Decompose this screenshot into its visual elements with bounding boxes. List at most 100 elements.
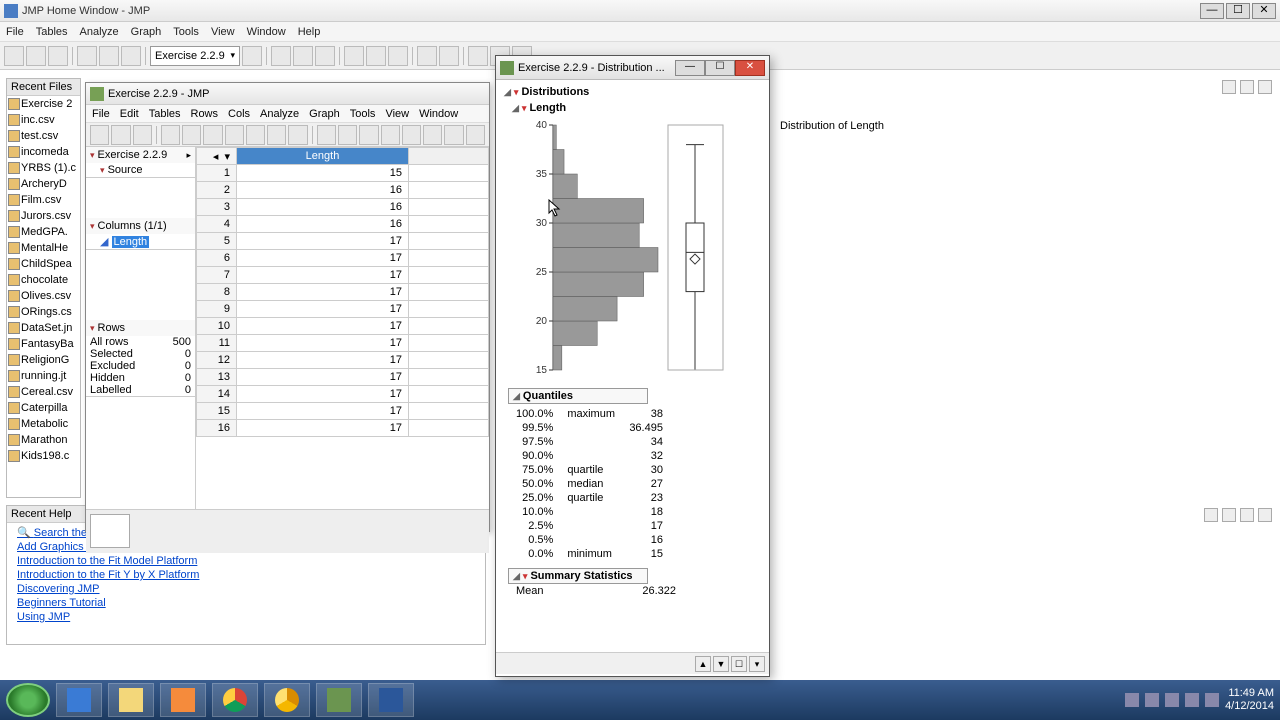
table-panel-name[interactable]: Exercise 2.2.9▸ [86, 147, 195, 163]
menu-tables[interactable]: Tables [36, 26, 68, 38]
table-row[interactable]: 917 [197, 301, 489, 318]
recent-file-item[interactable]: FantasyBa [7, 336, 80, 352]
recent-file-item[interactable]: ORings.cs [7, 304, 80, 320]
tool-button[interactable] [242, 46, 262, 66]
data-grid[interactable]: ◂ ▾Length 115216316416517617717817917101… [196, 147, 489, 509]
tool-button[interactable] [225, 125, 244, 145]
minimize-button[interactable]: — [1200, 3, 1224, 19]
table-row[interactable]: 1317 [197, 369, 489, 386]
recent-file-item[interactable]: YRBS (1).c [7, 160, 80, 176]
tool-button[interactable] [90, 125, 109, 145]
tool-button[interactable] [246, 125, 265, 145]
tool-button[interactable] [338, 125, 357, 145]
recent-file-item[interactable]: test.csv [7, 128, 80, 144]
tool-button[interactable] [182, 125, 201, 145]
table-row[interactable]: 517 [197, 233, 489, 250]
explorer-taskbar-button[interactable] [108, 683, 154, 717]
recent-file-item[interactable]: DataSet.jn [7, 320, 80, 336]
table-row[interactable]: 617 [197, 250, 489, 267]
nav-up-button[interactable]: ▲ [695, 656, 711, 672]
tray-icon[interactable] [1185, 693, 1199, 707]
help-link[interactable]: Introduction to the Fit Model Platform [7, 554, 485, 568]
tool-button[interactable] [423, 125, 442, 145]
chrome-canary-taskbar-button[interactable] [264, 683, 310, 717]
tray-icon[interactable] [1205, 693, 1219, 707]
recent-file-item[interactable]: ChildSpea [7, 256, 80, 272]
recent-file-item[interactable]: ArcheryD [7, 176, 80, 192]
table-row[interactable]: 1217 [197, 352, 489, 369]
dmenu-window[interactable]: Window [419, 108, 458, 120]
tool-button[interactable] [381, 125, 400, 145]
rows-header[interactable]: Rows [86, 320, 195, 336]
nav-button[interactable]: ☐ [731, 656, 747, 672]
table-row[interactable]: 1417 [197, 386, 489, 403]
distributions-header[interactable]: ▾Distributions [504, 84, 761, 100]
tool-button[interactable] [288, 125, 307, 145]
tool-button[interactable] [77, 46, 97, 66]
tool-button[interactable] [359, 125, 378, 145]
source-item[interactable]: ▾ Source [86, 163, 195, 177]
system-clock[interactable]: 11:49 AM 4/12/2014 [1225, 687, 1274, 713]
chrome-taskbar-button[interactable] [212, 683, 258, 717]
dmenu-tools[interactable]: Tools [350, 108, 376, 120]
tool-button[interactable] [468, 46, 488, 66]
close-button[interactable]: ✕ [1252, 3, 1276, 19]
tool-button[interactable] [317, 125, 336, 145]
menu-graph[interactable]: Graph [131, 26, 162, 38]
histogram[interactable]: 152025303540 [508, 120, 738, 380]
table-row[interactable]: 817 [197, 284, 489, 301]
tool-button[interactable] [439, 46, 459, 66]
table-row[interactable]: 1617 [197, 420, 489, 437]
recent-file-item[interactable]: MedGPA. [7, 224, 80, 240]
tool-button[interactable] [161, 125, 180, 145]
columns-header[interactable]: Columns (1/1) [86, 218, 195, 234]
tool-button[interactable] [417, 46, 437, 66]
word-taskbar-button[interactable] [368, 683, 414, 717]
menu-analyze[interactable]: Analyze [80, 26, 119, 38]
recent-file-item[interactable]: Kids198.c [7, 448, 80, 464]
tool-button[interactable] [444, 125, 463, 145]
minimize-button[interactable]: — [675, 60, 705, 76]
nav-button[interactable]: ▾ [749, 656, 765, 672]
tool-button[interactable] [133, 125, 152, 145]
tool-button[interactable] [271, 46, 291, 66]
recent-file-item[interactable]: ReligionG [7, 352, 80, 368]
table-row[interactable]: 216 [197, 182, 489, 199]
menu-view[interactable]: View [211, 26, 235, 38]
dmenu-tables[interactable]: Tables [149, 108, 181, 120]
dmenu-analyze[interactable]: Analyze [260, 108, 299, 120]
table-row[interactable]: 316 [197, 199, 489, 216]
filter-icon[interactable] [1222, 80, 1236, 94]
summary-stats-header[interactable]: ▾Summary Statistics [508, 568, 648, 584]
table-row[interactable]: 717 [197, 267, 489, 284]
col-header-length[interactable]: Length [237, 148, 409, 165]
corner-cell[interactable]: ◂ ▾ [197, 148, 237, 165]
tool-button[interactable] [315, 46, 335, 66]
close-icon[interactable] [1258, 80, 1272, 94]
menu-window[interactable]: Window [247, 26, 286, 38]
nav-down-button[interactable]: ▼ [713, 656, 729, 672]
recent-file-item[interactable]: Caterpilla [7, 400, 80, 416]
recent-file-item[interactable]: MentalHe [7, 240, 80, 256]
table-row[interactable]: 416 [197, 216, 489, 233]
ie-taskbar-button[interactable] [56, 683, 102, 717]
recent-file-item[interactable]: Marathon [7, 432, 80, 448]
quantiles-header[interactable]: Quantiles [508, 388, 648, 404]
help-icon[interactable] [1240, 508, 1254, 522]
recent-file-item[interactable]: inc.csv [7, 112, 80, 128]
menu-help[interactable]: Help [298, 26, 321, 38]
dropdown-icon[interactable] [1240, 80, 1254, 94]
dmenu-file[interactable]: File [92, 108, 110, 120]
help-link[interactable]: Discovering JMP [7, 582, 485, 596]
tool-button[interactable] [267, 125, 286, 145]
recent-file-item[interactable]: Olives.csv [7, 288, 80, 304]
table-row[interactable]: 1117 [197, 335, 489, 352]
dmenu-edit[interactable]: Edit [120, 108, 139, 120]
help-icon[interactable] [1204, 508, 1218, 522]
recent-file-item[interactable]: incomeda [7, 144, 80, 160]
recent-file-item[interactable]: Metabolic [7, 416, 80, 432]
start-button[interactable] [6, 683, 50, 717]
tool-button[interactable] [203, 125, 222, 145]
table-row[interactable]: 1017 [197, 318, 489, 335]
tool-button[interactable] [99, 46, 119, 66]
